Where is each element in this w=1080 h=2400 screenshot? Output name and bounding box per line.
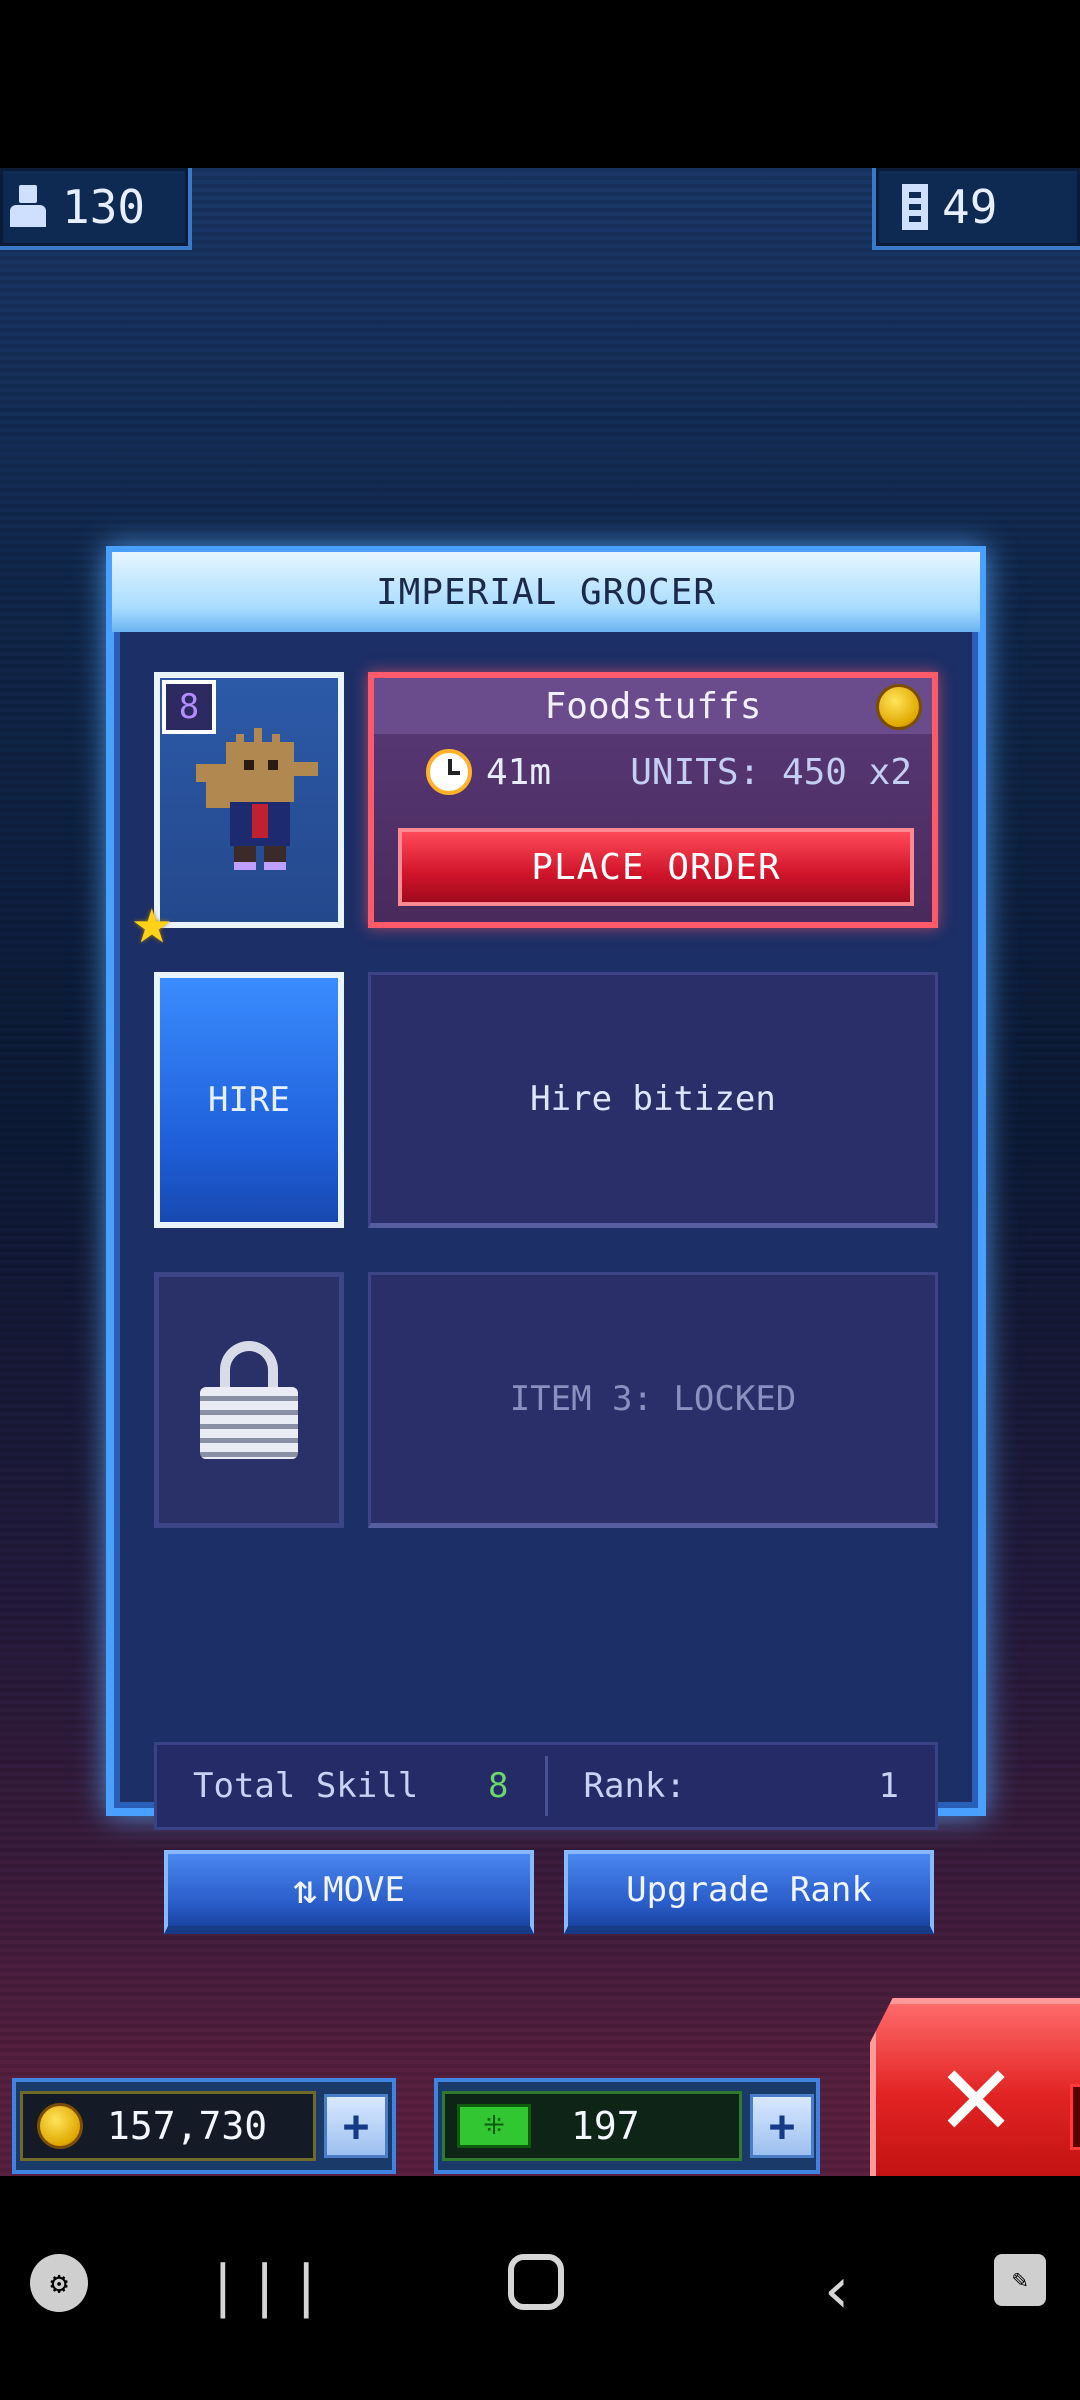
panel-title: IMPERIAL GROCER bbox=[112, 552, 980, 632]
person-icon bbox=[8, 183, 48, 231]
close-icon: ✕ bbox=[940, 2024, 1013, 2163]
assistant-icon[interactable]: ✎ bbox=[994, 2254, 1046, 2306]
locked-info-box: ITEM 3: LOCKED bbox=[368, 1272, 938, 1528]
slot-1: 8 ★ Foodstuffs 41m UNITS: 450 x2 PLACE O… bbox=[132, 672, 938, 954]
move-button[interactable]: ⇅ MOVE bbox=[164, 1850, 534, 1934]
job-name: Foodstuffs bbox=[544, 685, 762, 727]
bux-field: 197 bbox=[442, 2091, 742, 2161]
job-card: Foodstuffs 41m UNITS: 450 x2 PLACE ORDER bbox=[368, 672, 938, 928]
hire-button[interactable]: HIRE bbox=[154, 972, 344, 1228]
total-skill: Total Skill 8 bbox=[157, 1745, 545, 1827]
star-icon: ★ bbox=[132, 882, 172, 959]
place-order-button[interactable]: PLACE ORDER bbox=[398, 828, 914, 906]
total-skill-label: Total Skill bbox=[193, 1766, 419, 1806]
rank-label: Rank: bbox=[583, 1766, 686, 1806]
game-screen: 130 49 IMPERIAL GROCER 8 ★ Foodstuffs 41… bbox=[0, 168, 1080, 2176]
locked-slot bbox=[154, 1272, 344, 1528]
floors-value: 49 bbox=[942, 180, 998, 234]
coins-bar: 157,730 + bbox=[12, 2078, 396, 2174]
coins-value: 157,730 bbox=[107, 2104, 268, 2148]
bitizen-portrait[interactable]: 8 ★ bbox=[132, 672, 344, 954]
units-label: UNITS: 450 x2 bbox=[630, 751, 912, 793]
coin-icon bbox=[37, 2103, 83, 2149]
rank-value: 1 bbox=[878, 1766, 899, 1806]
recent-apps-button[interactable]: ||| bbox=[206, 2254, 331, 2319]
back-button[interactable]: ‹ bbox=[818, 2254, 857, 2328]
game-tools-icon[interactable]: ⚙ bbox=[30, 2254, 88, 2312]
close-button[interactable]: ✕ bbox=[870, 1998, 1080, 2176]
move-label: MOVE bbox=[323, 1870, 405, 1910]
population-value: 130 bbox=[62, 180, 146, 234]
buy-coins-button[interactable]: + bbox=[324, 2094, 388, 2158]
bitizen-avatar bbox=[196, 728, 318, 870]
buy-bux-button[interactable]: + bbox=[750, 2094, 814, 2158]
total-skill-value: 8 bbox=[488, 1766, 509, 1806]
hire-info-box[interactable]: Hire bitizen bbox=[368, 972, 938, 1228]
stats-bar: Total Skill 8 Rank: 1 bbox=[154, 1742, 938, 1830]
move-arrows-icon: ⇅ bbox=[293, 1867, 317, 1913]
population-counter: 130 bbox=[0, 168, 192, 250]
bux-bar: 197 + bbox=[434, 2078, 820, 2174]
job-header: Foodstuffs bbox=[374, 678, 932, 734]
alert-indicator bbox=[1070, 2084, 1080, 2150]
home-button[interactable] bbox=[508, 2254, 564, 2310]
floors-icon bbox=[902, 184, 928, 230]
system-nav-bar: ⚙ ||| ‹ ✎ bbox=[0, 2176, 1080, 2400]
coins-field: 157,730 bbox=[20, 2091, 316, 2161]
bux-icon bbox=[457, 2104, 531, 2148]
floors-counter[interactable]: 49 bbox=[872, 168, 1080, 250]
bux-value: 197 bbox=[571, 2104, 640, 2148]
coin-icon bbox=[876, 684, 922, 730]
rank: Rank: 1 bbox=[548, 1745, 936, 1827]
lock-icon bbox=[200, 1341, 298, 1459]
upgrade-rank-button[interactable]: Upgrade Rank bbox=[564, 1850, 934, 1934]
store-panel: IMPERIAL GROCER 8 ★ Foodstuffs 41m UNITS… bbox=[106, 546, 986, 1934]
slot-3: ITEM 3: LOCKED bbox=[154, 1272, 938, 1528]
clock-icon bbox=[426, 749, 472, 795]
restock-time: 41m bbox=[486, 751, 552, 793]
slot-2: HIRE Hire bitizen bbox=[154, 972, 938, 1228]
job-info: 41m UNITS: 450 x2 bbox=[374, 744, 932, 800]
